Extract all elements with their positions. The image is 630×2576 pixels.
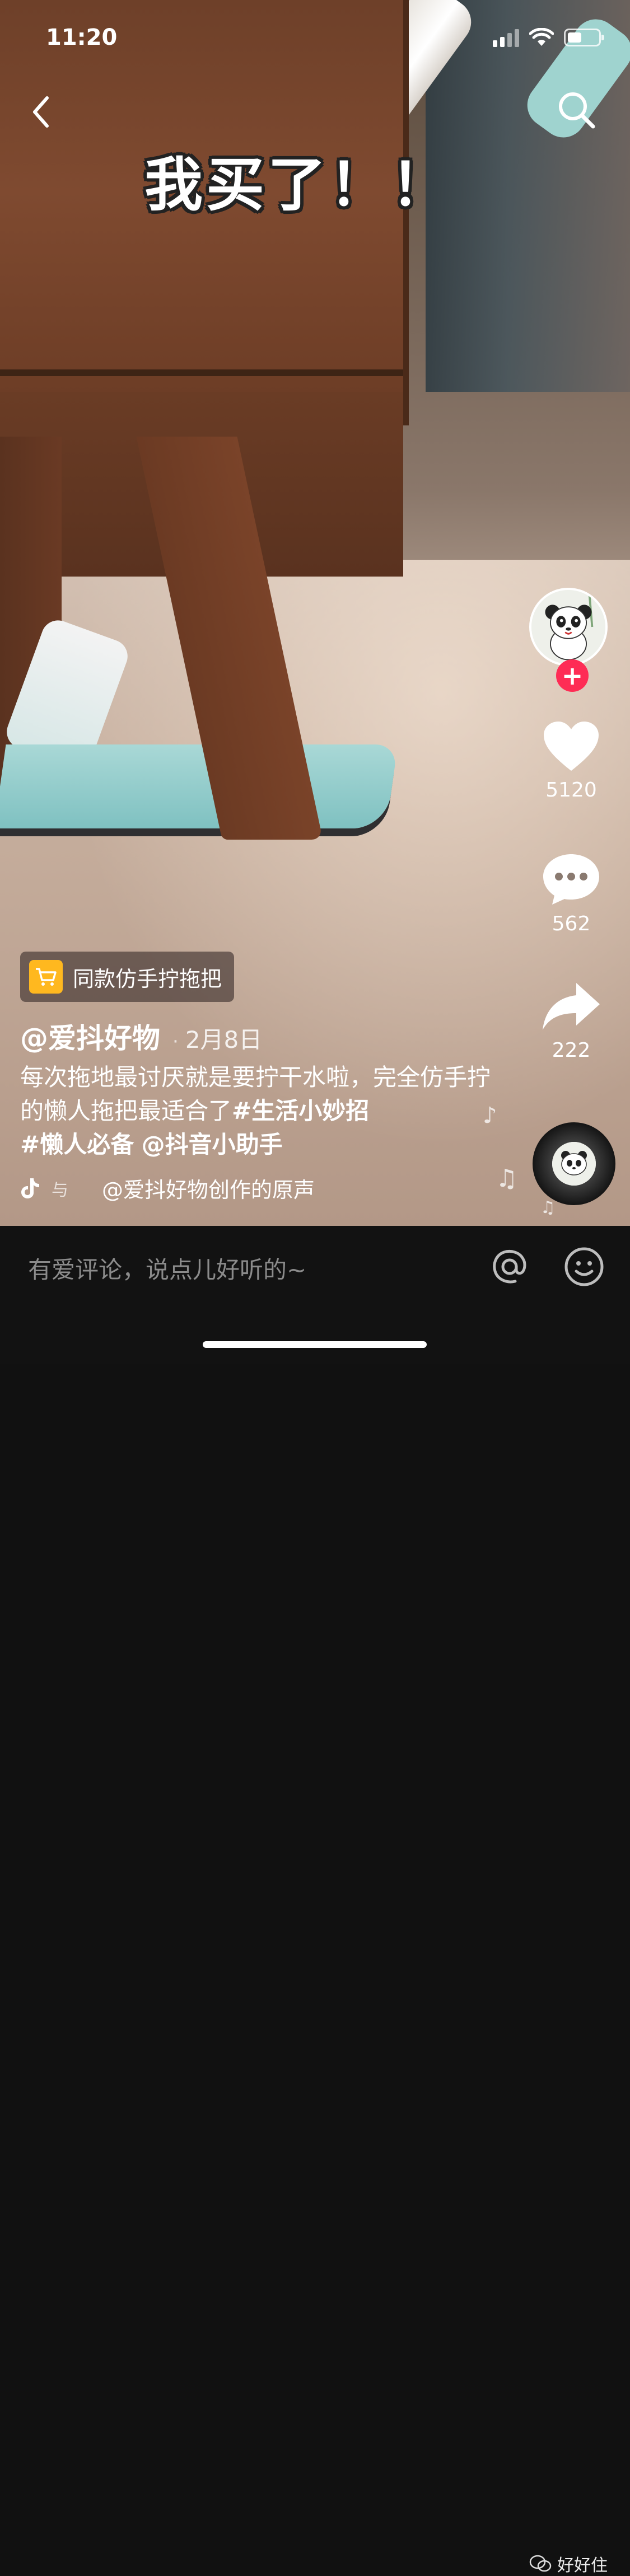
- heart-icon[interactable]: [542, 719, 601, 773]
- status-time: 11:20: [46, 25, 118, 50]
- music-disc[interactable]: [533, 1122, 615, 1205]
- author-name[interactable]: @爱抖好物: [20, 1016, 160, 1056]
- panda-icon: [531, 590, 605, 664]
- share-icon[interactable]: [540, 980, 602, 1033]
- separator-dot: ·: [172, 1031, 179, 1053]
- watermark: 好好住: [529, 2551, 608, 2576]
- author-line: @爱抖好物 · 2月8日: [20, 1016, 262, 1056]
- disc-panda-icon: [552, 1142, 596, 1186]
- mention-link[interactable]: @抖音小助手: [142, 1131, 283, 1158]
- music-note-small-icon: ♫: [540, 1198, 556, 1217]
- follow-button[interactable]: +: [556, 659, 589, 692]
- wechat-icon: [529, 2555, 552, 2572]
- product-link[interactable]: 同款仿手拧拖把: [20, 952, 235, 1002]
- home-indicator[interactable]: [203, 1341, 427, 1348]
- like-action[interactable]: 5120: [529, 719, 613, 802]
- douyin-logo-icon: [21, 1178, 39, 1198]
- wifi-icon: [529, 28, 554, 46]
- comment-action[interactable]: 562: [529, 851, 613, 935]
- emoji-icon[interactable]: [563, 1245, 605, 1288]
- cart-icon: [29, 960, 63, 994]
- back-icon[interactable]: [25, 92, 58, 132]
- creator-avatar[interactable]: +: [529, 588, 613, 692]
- post-date: 2月8日: [185, 1026, 263, 1053]
- comment-count: 562: [552, 912, 591, 935]
- music-line[interactable]: 与 @爱抖好物创作的原声: [20, 1173, 315, 1203]
- share-count: 222: [552, 1039, 591, 1062]
- status-icons: [493, 28, 604, 47]
- product-label: 同款仿手拧拖把: [73, 966, 222, 991]
- at-mention-icon[interactable]: [488, 1245, 531, 1288]
- like-count: 5120: [545, 779, 597, 802]
- share-action[interactable]: 222: [529, 980, 613, 1062]
- search-icon[interactable]: [556, 90, 596, 130]
- post-description: 每次拖地最讨厌就是要拧干水啦，完全仿手拧的懒人拖把最适合了#生活小妙招 #懒人必…: [20, 1061, 502, 1161]
- video-caption: 我买了！！: [144, 151, 453, 219]
- comment-input[interactable]: 有爱评论，说点儿好听的~: [28, 1251, 306, 1285]
- music-notes-icon: ♫: [496, 1164, 518, 1193]
- watermark-text: 好好住: [557, 2556, 608, 2575]
- battery-icon: [564, 29, 604, 46]
- comment-icon[interactable]: [541, 851, 601, 907]
- desk-edge: [0, 369, 403, 376]
- music-title: @爱抖好物创作的原声: [102, 1178, 315, 1202]
- signal-icon: [493, 28, 519, 47]
- avatar[interactable]: [529, 588, 608, 666]
- music-fragment: 与: [52, 1180, 68, 1200]
- hashtag-link[interactable]: #生活小妙招: [232, 1097, 369, 1125]
- mop-head: [0, 744, 398, 828]
- status-bar: 11:20: [0, 0, 630, 73]
- hashtag-link[interactable]: #懒人必备: [20, 1131, 134, 1158]
